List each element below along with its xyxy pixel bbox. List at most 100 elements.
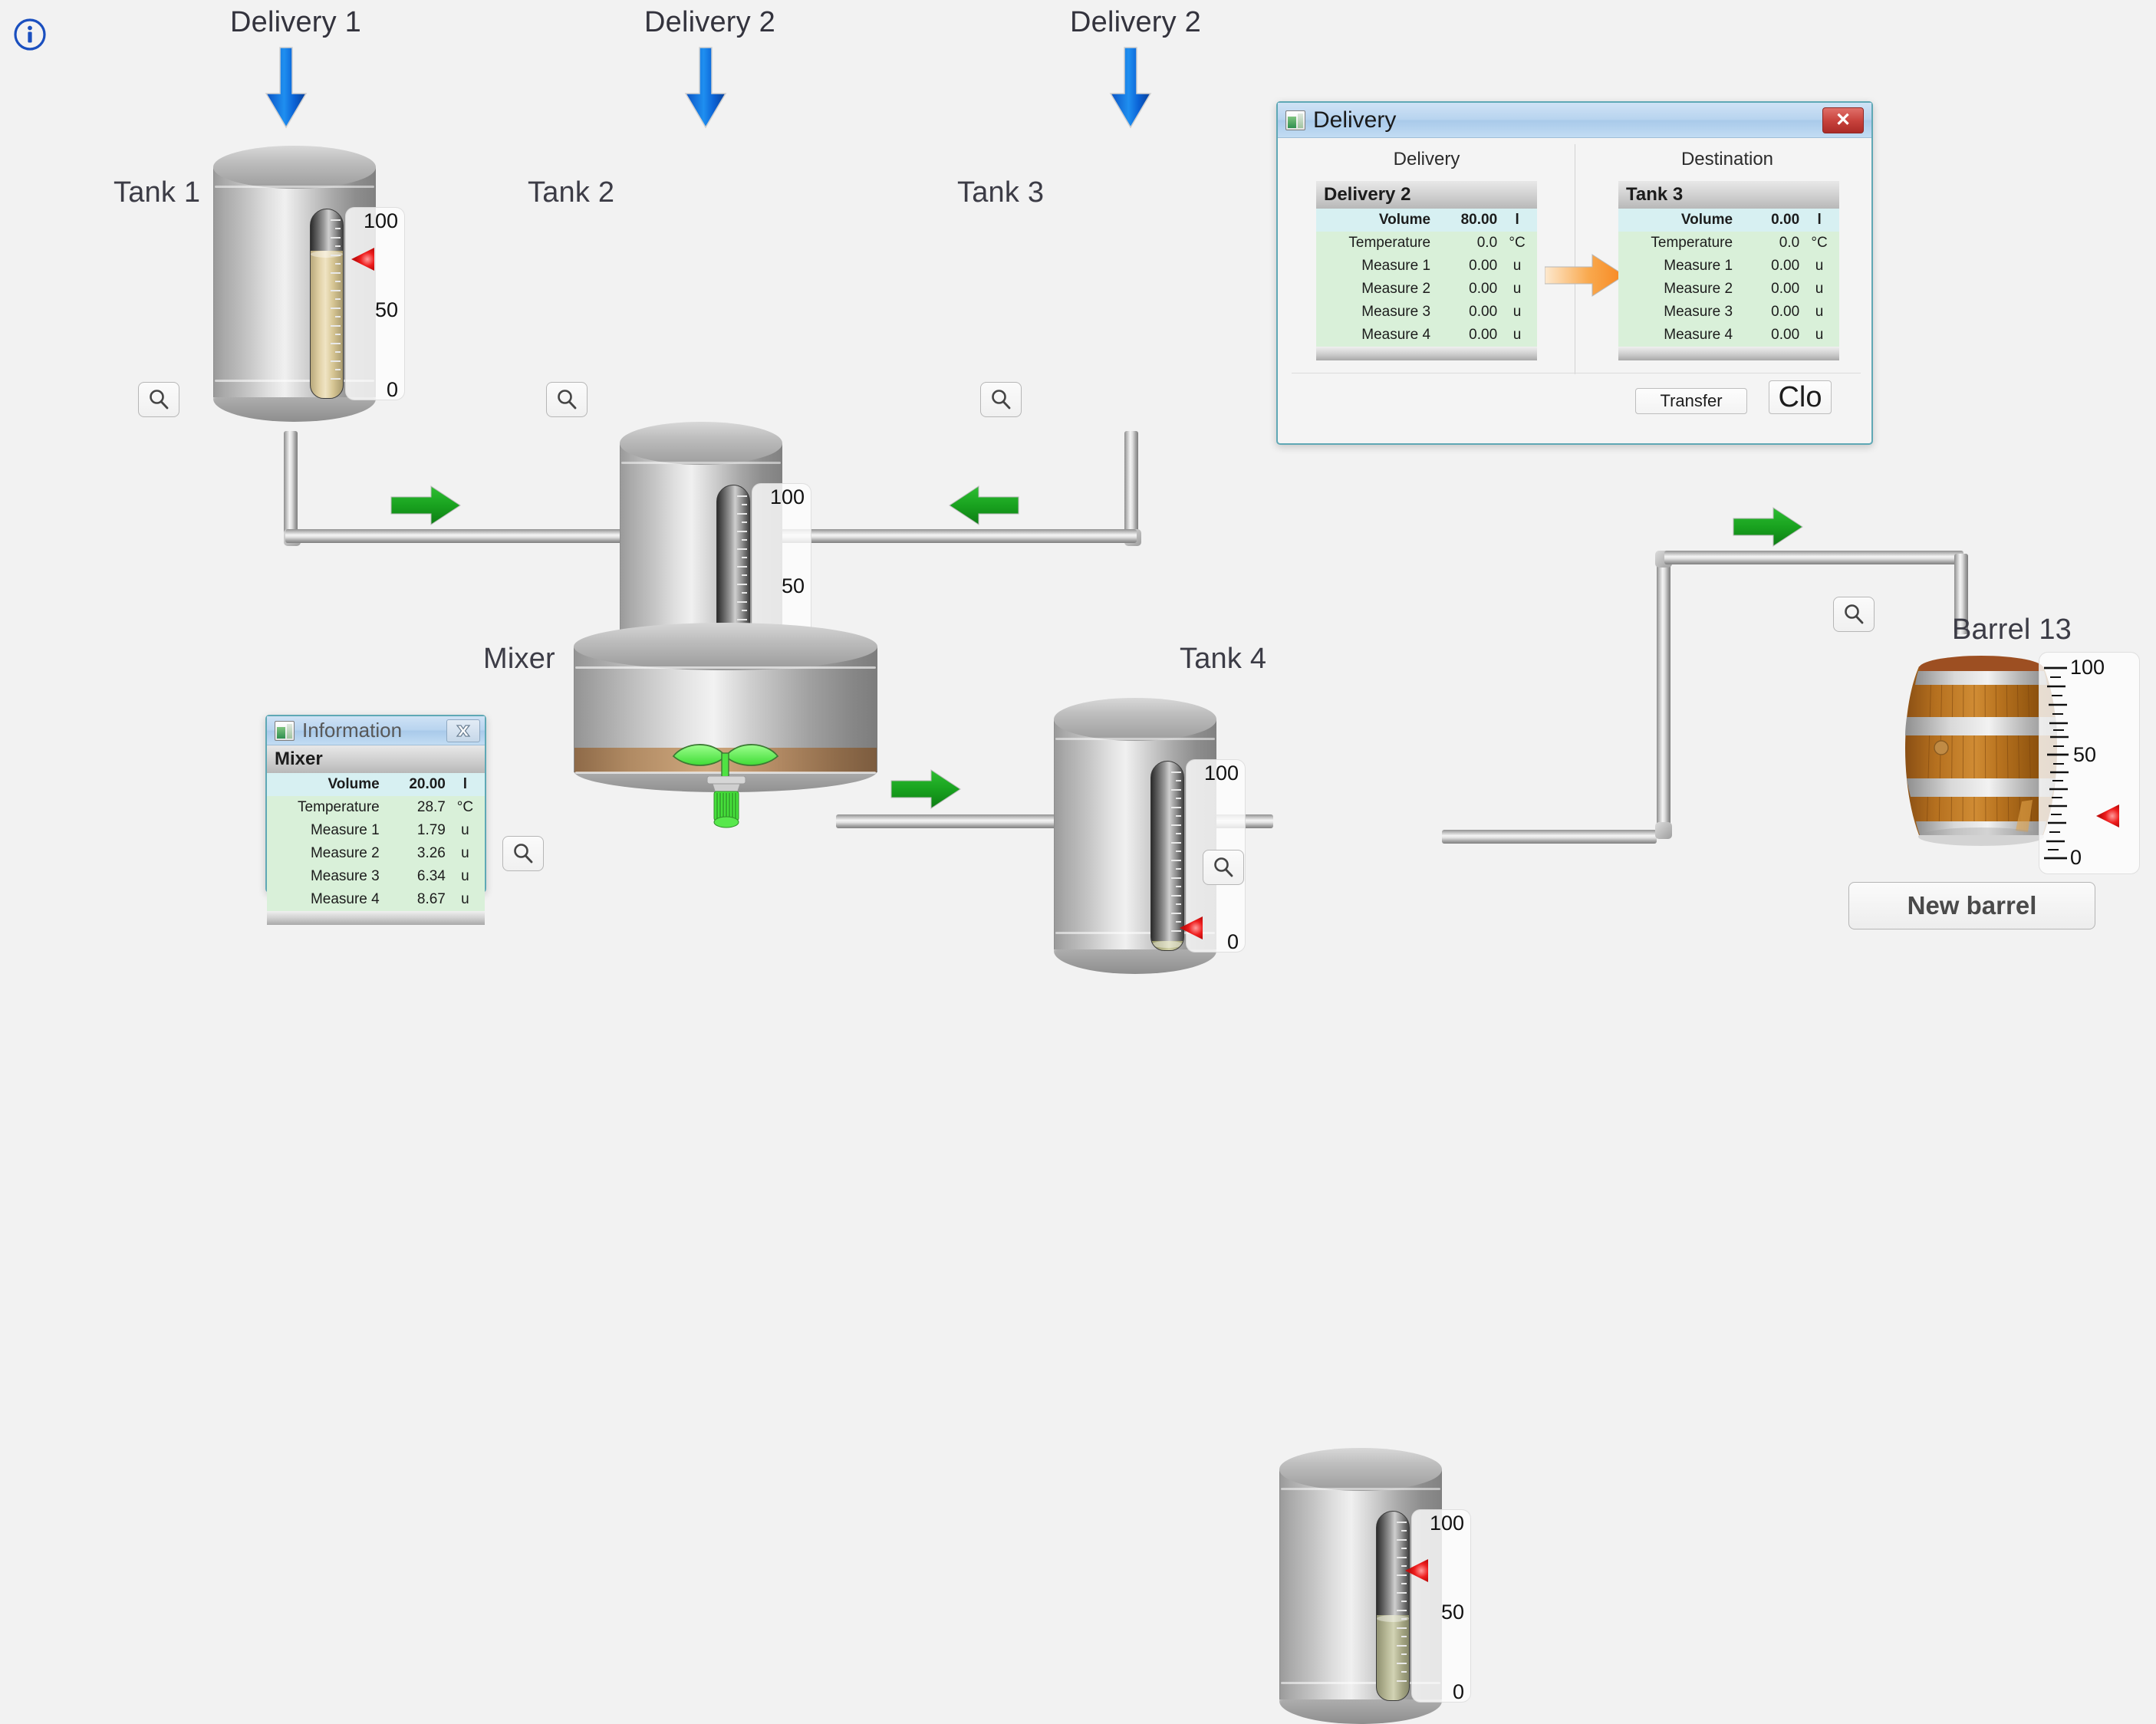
measure-unit: u [1497, 255, 1537, 278]
pipe-to-barrel-top [1664, 551, 1963, 564]
mixer-top [574, 623, 877, 670]
measure-unit: u [1799, 324, 1839, 347]
tank-3: 100 50 0 [1054, 698, 1246, 974]
measure-unit: °C [1497, 232, 1537, 255]
measure-label: Measure 2 [267, 842, 393, 865]
close-button[interactable]: Clo [1769, 380, 1832, 414]
measure-label: Temperature [1316, 232, 1445, 255]
mixer-top-seam [575, 666, 876, 669]
measure-unit: u [1497, 324, 1537, 347]
pipe-tank1-drop [284, 431, 298, 538]
measure-label: Measure 4 [1316, 324, 1445, 347]
tank-2-label: Tank 2 [528, 176, 615, 209]
tank-3-top-seam [1055, 738, 1215, 740]
table-row: Temperature 28.7 °C [267, 796, 485, 819]
tank-3-magnifier-button[interactable] [980, 382, 1022, 417]
measure-label: Volume [267, 773, 393, 796]
table-row: Measure 2 3.26 u [267, 842, 485, 865]
measure-value: 0.00 [1746, 278, 1800, 301]
table-row: Measure 1 0.00 u [1618, 255, 1839, 278]
close-x-icon [456, 724, 471, 737]
measure-label: Volume [1316, 209, 1445, 232]
flow-arrow-barrel-right [1732, 505, 1804, 553]
information-window[interactable]: Information Mixer Volume 20.00 l Temperatur… [265, 715, 486, 925]
measure-label: Measure 4 [1618, 324, 1747, 347]
arrow-right-icon-transfer [1544, 253, 1626, 301]
delivery-destination-title: Tank 3 [1618, 181, 1839, 209]
flow-arrow-mixer-right [890, 767, 962, 815]
tank-3-label: Tank 3 [957, 176, 1045, 209]
measure-value: 0.00 [1746, 324, 1800, 347]
tank-4-magnifier-button[interactable] [1203, 850, 1244, 885]
measure-unit: u [1497, 278, 1537, 301]
tank-3-scale-max: 100 [1203, 762, 1239, 785]
delivery-destination-table: Volume 0.00 l Temperature 0.0 °C Measure 1 0.00… [1618, 209, 1839, 347]
tank-2-top [620, 422, 782, 465]
tank-1-magnifier-button[interactable] [138, 382, 179, 417]
measure-unit: u [445, 819, 485, 842]
delivery-window[interactable]: Delivery ✕ Delivery Delivery 2 Volume 80.… [1276, 101, 1873, 445]
magnifier-icon [992, 390, 1011, 410]
information-panel-title: Mixer [267, 745, 485, 773]
tank-3-top [1054, 698, 1216, 741]
valve-icon [703, 775, 750, 834]
tank-2-scale-mid: 50 [781, 574, 805, 597]
mixer [574, 623, 877, 828]
measure-value: 1.79 [393, 819, 446, 842]
measure-unit: l [1497, 209, 1537, 232]
tank-4-scale: 100 50 0 [1411, 1509, 1471, 1703]
tank-4-top [1279, 1448, 1442, 1491]
delivery-window-close-button[interactable]: ✕ [1822, 107, 1864, 133]
measure-unit: l [445, 773, 485, 796]
tank-1-scale-min: 0 [386, 378, 398, 401]
process-canvas: Delivery 1 Delivery 2 Delivery 2 Tank 1 … [0, 0, 2156, 1724]
tank-1-ticks [330, 216, 341, 392]
measure-value: 0.00 [1444, 255, 1498, 278]
tank-2-scale-max: 100 [769, 485, 805, 508]
measure-value: 0.00 [1444, 324, 1498, 347]
information-window-close-button[interactable] [446, 719, 480, 742]
table-row: Measure 4 0.00 u [1618, 324, 1839, 347]
barrel-scale-max: 100 [2070, 656, 2105, 679]
measure-label: Measure 2 [1316, 278, 1445, 301]
measure-value: 80.00 [1444, 209, 1498, 232]
pipe-tank3-drop [1124, 431, 1138, 538]
table-row: Volume 0.00 l [1618, 209, 1839, 232]
table-row: Volume 20.00 l [267, 773, 485, 796]
table-row: Measure 1 0.00 u [1316, 255, 1537, 278]
barrel-magnifier-button[interactable] [1833, 597, 1875, 632]
measure-unit: °C [445, 796, 485, 819]
information-window-titlebar[interactable]: Information [267, 716, 485, 745]
measure-unit: u [445, 888, 485, 911]
new-barrel-button[interactable]: New barrel [1848, 882, 2095, 929]
mixer-magnifier-button[interactable] [502, 836, 544, 871]
tank-1-scale-mid: 50 [374, 298, 398, 321]
measure-value: 0.00 [1746, 301, 1800, 324]
measure-label: Measure 1 [267, 819, 393, 842]
tank-4-scale-min: 0 [1452, 1680, 1464, 1703]
delivery-window-titlebar[interactable]: Delivery ✕ [1278, 103, 1871, 138]
tank-1-scale: 100 50 0 [345, 207, 405, 401]
pipe-riser-to-barrel [1657, 554, 1670, 837]
barrel-scale-mid: 50 [2073, 743, 2097, 766]
tank-1: 100 50 0 [213, 146, 405, 422]
measure-label: Measure 4 [267, 888, 393, 911]
info-icon[interactable] [12, 17, 48, 52]
app-window-icon [275, 720, 295, 741]
transfer-button[interactable]: Transfer [1635, 388, 1747, 414]
tank-2-magnifier-button[interactable] [546, 382, 588, 417]
tank-4-sight-glass [1376, 1511, 1410, 1701]
magnifier-icon [514, 844, 533, 864]
measure-value: 0.00 [1746, 209, 1800, 232]
arrow-down-icon-delivery-1 [263, 46, 309, 130]
delivery-source-column-header: Delivery [1393, 149, 1460, 169]
delivery-destination-footer [1618, 347, 1839, 360]
magnifier-icon [1214, 857, 1233, 877]
delivery-destination-panel: Tank 3 Volume 0.00 l Temperature 0.0 °C Measur… [1618, 181, 1839, 360]
measure-unit: u [1799, 278, 1839, 301]
tank-1-top-seam [215, 186, 374, 188]
tank-1-scale-max: 100 [363, 209, 398, 232]
tank-4-scale-max: 100 [1429, 1512, 1464, 1535]
tank-1-sight-glass [310, 209, 344, 399]
measure-value: 0.0 [1444, 232, 1498, 255]
